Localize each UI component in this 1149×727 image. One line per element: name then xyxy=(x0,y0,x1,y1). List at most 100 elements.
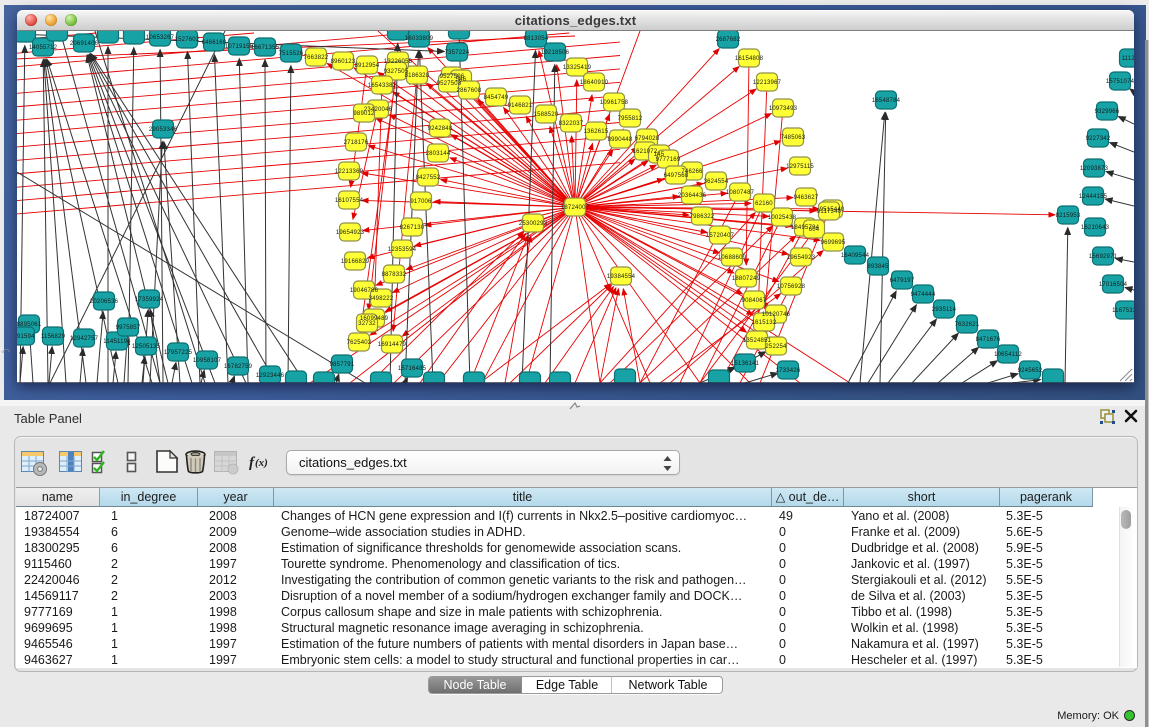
svg-text:12444155: 12444155 xyxy=(1079,194,1108,200)
svg-text:10719155: 10719155 xyxy=(225,44,254,50)
svg-text:14055712: 14055712 xyxy=(29,45,58,51)
svg-text:9463627: 9463627 xyxy=(794,195,819,201)
svg-text:18724007: 18724007 xyxy=(561,205,590,211)
svg-text:10025438: 10025438 xyxy=(768,215,797,221)
svg-text:2803144: 2803144 xyxy=(426,151,451,157)
svg-text:18640910: 18640910 xyxy=(580,80,609,86)
svg-text:8186328: 8186328 xyxy=(405,73,430,79)
svg-text:391594: 391594 xyxy=(17,334,35,340)
svg-text:11451194: 11451194 xyxy=(103,339,131,345)
svg-text:9777169: 9777169 xyxy=(656,157,681,163)
svg-text:252254: 252254 xyxy=(765,344,787,350)
svg-text:19654923: 19654923 xyxy=(787,255,816,261)
svg-text:9227342: 9227342 xyxy=(1086,136,1111,142)
svg-text:8471676: 8471676 xyxy=(976,337,1001,343)
svg-text:17359924: 17359924 xyxy=(135,297,164,303)
svg-text:16033809: 16033809 xyxy=(405,36,434,42)
svg-text:10654112: 10654112 xyxy=(994,352,1022,358)
svg-text:9699695: 9699695 xyxy=(821,240,846,246)
svg-text:15751074: 15751074 xyxy=(1106,79,1134,85)
svg-text:16210643: 16210643 xyxy=(1081,225,1110,231)
svg-text:989012: 989012 xyxy=(353,111,375,117)
svg-text:10688609: 10688609 xyxy=(718,255,747,261)
svg-text:16409544: 16409544 xyxy=(841,253,870,259)
svg-text:20364436: 20364436 xyxy=(678,193,707,199)
svg-text:15720407: 15720407 xyxy=(706,233,735,239)
svg-text:7515526: 7515526 xyxy=(279,51,304,57)
svg-text:1362615: 1362615 xyxy=(584,129,609,135)
svg-text:25300293: 25300293 xyxy=(519,221,548,227)
svg-text:8813054: 8813054 xyxy=(524,36,549,42)
svg-text:12505135: 12505135 xyxy=(132,344,161,350)
svg-text:16671355: 16671355 xyxy=(251,45,280,51)
svg-text:17957225: 17957225 xyxy=(164,350,193,356)
svg-text:19166829: 19166829 xyxy=(341,259,370,265)
svg-text:17016504: 17016504 xyxy=(1099,282,1128,288)
svg-text:9242848: 9242848 xyxy=(428,126,453,132)
svg-text:16782759: 16782759 xyxy=(224,364,253,370)
svg-text:15136141: 15136141 xyxy=(731,361,760,367)
svg-text:(x): (x) xyxy=(255,457,268,469)
svg-text:12923446: 12923446 xyxy=(256,373,285,379)
svg-text:13325419: 13325419 xyxy=(563,65,592,71)
svg-text:8454749: 8454749 xyxy=(484,95,509,101)
svg-text:8990448: 8990448 xyxy=(608,137,633,143)
svg-text:8322037: 8322037 xyxy=(559,121,584,127)
svg-text:6479197: 6479197 xyxy=(890,278,915,284)
svg-text:12093873: 12093873 xyxy=(1080,166,1109,172)
svg-text:10120746: 10120746 xyxy=(762,312,791,318)
svg-text:7955812: 7955812 xyxy=(618,116,643,122)
svg-text:2867608: 2867608 xyxy=(457,88,482,94)
svg-text:8912954: 8912954 xyxy=(355,63,380,69)
svg-text:1615132: 1615132 xyxy=(752,320,777,326)
svg-text:7632621: 7632621 xyxy=(955,322,980,328)
svg-text:19384554: 19384554 xyxy=(607,274,636,280)
svg-text:6794028: 6794028 xyxy=(635,136,660,142)
svg-text:16543382: 16543382 xyxy=(368,83,397,89)
svg-text:16107554: 16107554 xyxy=(335,198,364,204)
svg-text:11123: 11123 xyxy=(1122,56,1134,62)
svg-text:32732: 32732 xyxy=(358,321,376,327)
svg-text:62160: 62160 xyxy=(755,201,773,207)
svg-text:10807487: 10807487 xyxy=(726,190,755,196)
svg-text:12213369: 12213369 xyxy=(335,169,364,175)
svg-text:15716485: 15716485 xyxy=(398,366,427,372)
svg-text:1156829: 1156829 xyxy=(41,334,66,340)
svg-text:6497568: 6497568 xyxy=(664,173,689,179)
svg-text:2935114: 2935114 xyxy=(932,307,957,313)
svg-text:1733426: 1733426 xyxy=(776,368,801,374)
svg-text:3624554: 3624554 xyxy=(704,179,729,185)
svg-text:29053346: 29053346 xyxy=(149,127,178,133)
svg-text:8895061: 8895061 xyxy=(17,322,42,328)
svg-text:3498222: 3498222 xyxy=(369,296,394,302)
svg-text:9527508: 9527508 xyxy=(437,81,462,87)
svg-text:9857791: 9857791 xyxy=(330,362,355,368)
svg-text:8267130: 8267130 xyxy=(400,225,425,231)
svg-text:2718176: 2718176 xyxy=(344,140,369,146)
svg-text:12213967: 12213967 xyxy=(753,80,782,86)
svg-text:10756928: 10756928 xyxy=(777,284,806,290)
svg-text:12942757: 12942757 xyxy=(70,336,99,342)
svg-text:9474444: 9474444 xyxy=(911,292,936,298)
svg-text:7625402: 7625402 xyxy=(347,340,372,346)
svg-text:7986322: 7986322 xyxy=(690,214,715,220)
svg-text:19046786: 19046786 xyxy=(350,288,379,294)
svg-text:19218506: 19218506 xyxy=(541,50,570,56)
svg-text:12353594: 12353594 xyxy=(388,247,417,253)
svg-text:11675334: 11675334 xyxy=(1112,308,1134,314)
svg-text:8215953: 8215953 xyxy=(1056,213,1081,219)
svg-text:16548784: 16548784 xyxy=(872,98,901,104)
svg-text:6466160: 6466160 xyxy=(202,40,227,46)
svg-text:10961758: 10961758 xyxy=(600,100,629,106)
svg-text:604: 604 xyxy=(809,227,820,233)
svg-text:9084067: 9084067 xyxy=(742,298,767,304)
svg-text:1588520: 1588520 xyxy=(534,112,559,118)
svg-text:18807249: 18807249 xyxy=(732,276,761,282)
svg-text:15692971: 15692971 xyxy=(1089,254,1118,260)
svg-text:7663822: 7663822 xyxy=(304,55,329,61)
svg-text:8878332: 8878332 xyxy=(382,272,407,278)
svg-text:16914479: 16914479 xyxy=(378,342,407,348)
svg-text:16154808: 16154808 xyxy=(735,56,764,62)
svg-text:10653267: 10653267 xyxy=(146,35,175,41)
svg-text:19654923: 19654923 xyxy=(336,230,365,236)
